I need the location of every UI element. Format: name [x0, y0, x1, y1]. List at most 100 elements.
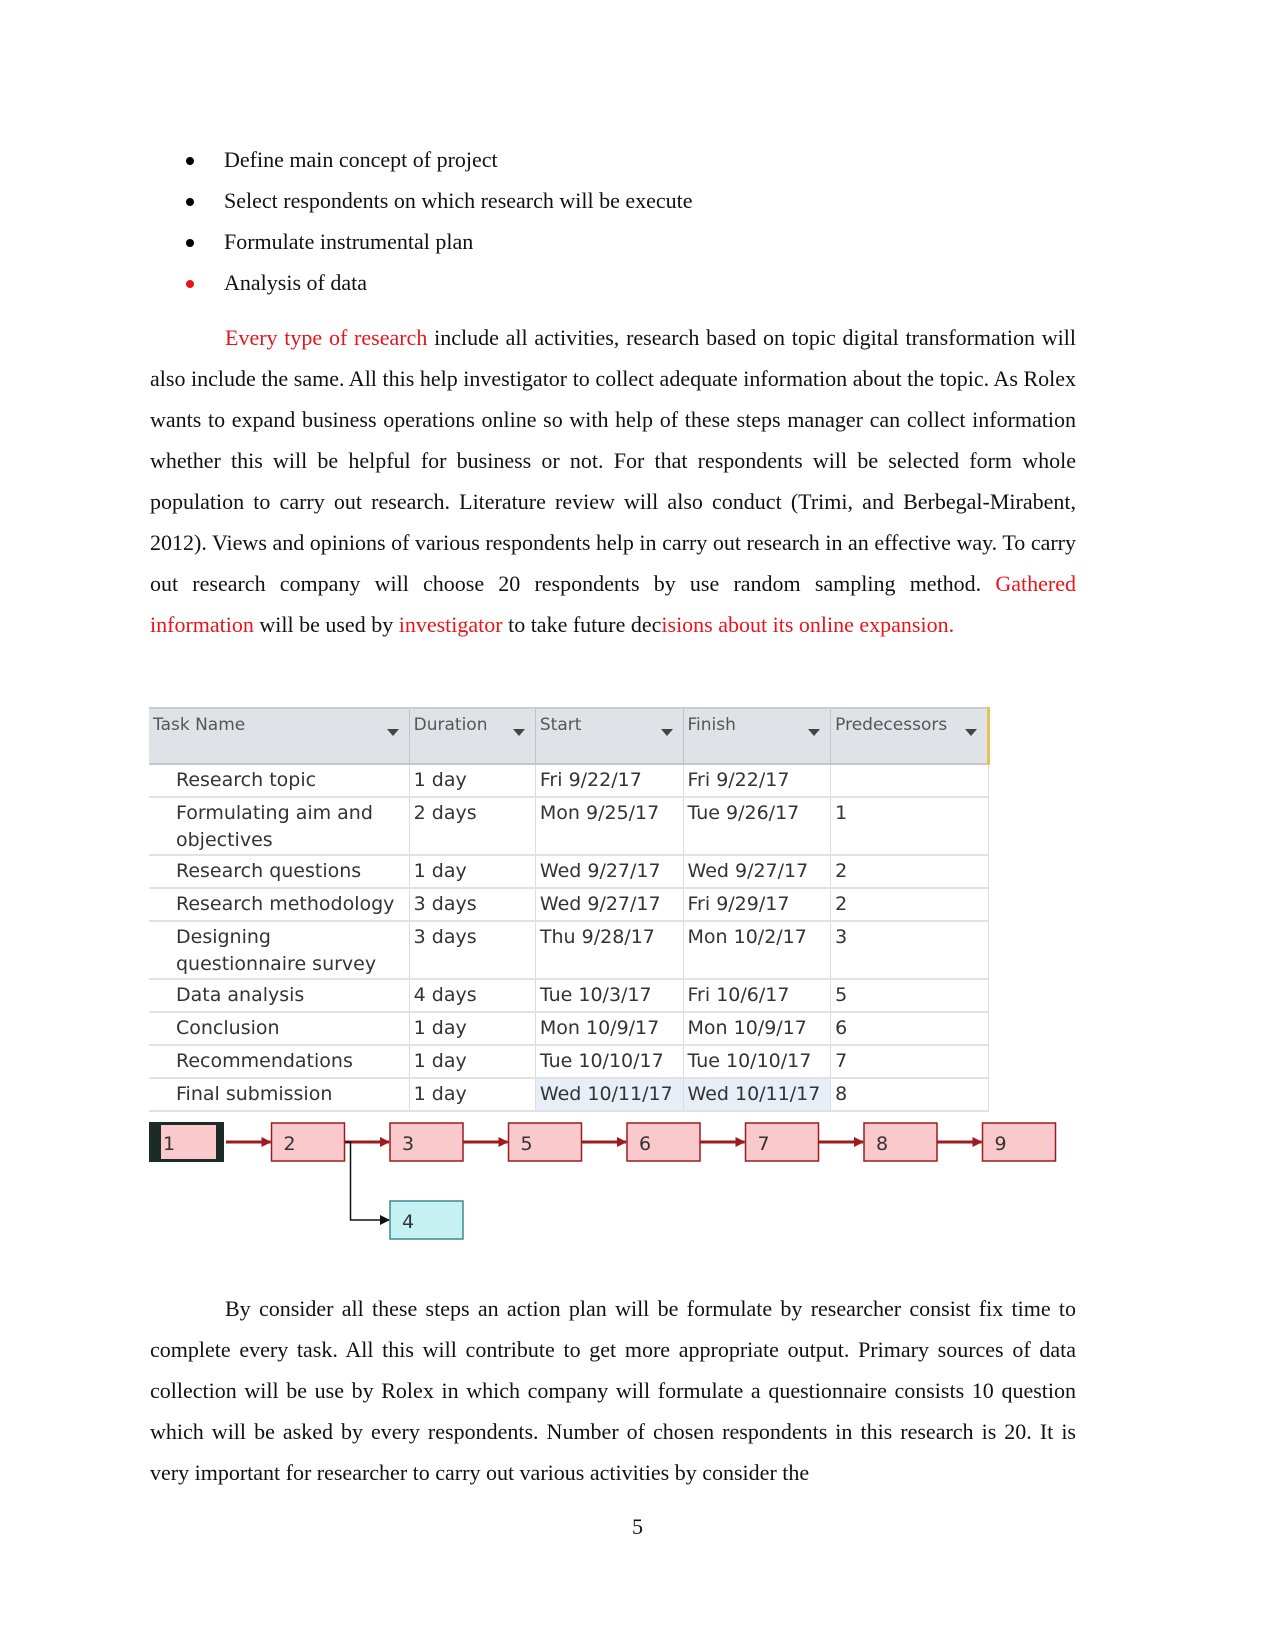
task-node-7: 7 — [744, 1122, 820, 1162]
cell-duration: 1 day — [409, 1078, 536, 1112]
dropdown-caret-icon[interactable] — [660, 729, 673, 736]
column-header-predecessors[interactable]: Predecessors — [830, 707, 990, 765]
cell-start: Wed 10/11/17 — [535, 1078, 684, 1112]
body-paragraph-1: Every type of research include all activ… — [150, 325, 1076, 637]
cell-start: Tue 10/10/17 — [535, 1045, 684, 1079]
cell-start: Thu 9/28/17 — [535, 921, 684, 980]
cell-finish: Wed 10/11/17 — [683, 1078, 832, 1112]
task-node-label: 7 — [758, 1133, 770, 1155]
column-header-finish[interactable]: Finish — [683, 707, 832, 765]
network-diagram: 1 2 3 5 6 7 8 9 4 — [149, 1122, 1057, 1240]
task-node-label: 3 — [402, 1133, 414, 1155]
task-node-label: 6 — [639, 1133, 651, 1155]
body-paragraph-2: By consider all these steps an action pl… — [150, 1296, 1076, 1485]
cell-finish: Fri 9/29/17 — [683, 888, 832, 922]
bullet-item: Formulate instrumental plan — [140, 228, 1080, 269]
cell-predecessors: 1 — [830, 797, 989, 856]
cell-start: Wed 9/27/17 — [535, 888, 684, 922]
task-node-1: 1 — [149, 1122, 224, 1162]
cell-duration: 1 day — [409, 855, 536, 889]
cell-finish: Mon 10/2/17 — [683, 921, 832, 980]
task-node-2: 2 — [270, 1122, 346, 1162]
task-node-4: 4 — [389, 1200, 464, 1240]
dropdown-caret-icon[interactable] — [512, 729, 525, 736]
cell-finish: Mon 10/9/17 — [683, 1012, 832, 1046]
table-row: Research methodology 3 days Wed 9/27/17 Fri… — [149, 888, 989, 922]
cell-start: Wed 9/27/17 — [535, 855, 684, 889]
cell-finish: Tue 9/26/17 — [683, 797, 832, 856]
bullet-item: Analysis of data — [140, 269, 1080, 310]
table-row: Formulating aim and objectives 2 days Mon … — [149, 797, 989, 856]
cell-start: Fri 9/22/17 — [535, 764, 684, 798]
cell-duration: 3 days — [409, 921, 536, 980]
cell-task-name: Designing questionnaire survey — [149, 921, 410, 980]
cell-duration: 1 day — [409, 1012, 536, 1046]
cell-duration: 3 days — [409, 888, 536, 922]
cell-task-name: Research topic — [149, 764, 410, 798]
cell-predecessors: 7 — [830, 1045, 989, 1079]
cell-predecessors: 8 — [830, 1078, 989, 1112]
task-node-9: 9 — [981, 1122, 1057, 1162]
gantt-task-table: Task Name Duration Start Finish Predeces… — [149, 707, 990, 1112]
task-node-label: 1 — [163, 1133, 175, 1155]
cell-finish: Fri 10/6/17 — [683, 979, 832, 1013]
task-node-label: 4 — [402, 1211, 414, 1233]
page-number: 5 — [632, 1514, 643, 1539]
task-node-3: 3 — [389, 1122, 464, 1162]
cell-task-name: Research methodology — [149, 888, 410, 922]
bullet-dot-icon — [186, 157, 194, 165]
cell-task-name: Formulating aim and objectives — [149, 797, 410, 856]
table-row: Research questions 1 day Wed 9/27/17 Wed 9/… — [149, 855, 989, 889]
table-row: Final submission 1 day Wed 10/11/17 Wed 10/… — [149, 1078, 989, 1112]
cell-predecessors — [830, 764, 989, 798]
cell-task-name: Data analysis — [149, 979, 410, 1013]
bullet-dot-icon — [186, 239, 194, 247]
bullet-dot-icon — [186, 280, 194, 288]
task-node-label: 9 — [995, 1133, 1007, 1155]
cell-predecessors: 2 — [830, 855, 989, 889]
task-node-8: 8 — [863, 1122, 938, 1162]
highlighted-text: isions about its online expansion. — [661, 612, 955, 637]
cell-finish: Fri 9/22/17 — [683, 764, 832, 798]
dropdown-caret-icon[interactable] — [386, 729, 399, 736]
table-row: Recommendations 1 day Tue 10/10/17 Tue 10/1… — [149, 1045, 989, 1079]
task-node-6: 6 — [626, 1122, 701, 1162]
bullet-dot-icon — [186, 198, 194, 206]
highlighted-text: Every type of research — [225, 325, 428, 350]
highlighted-text: investigator — [398, 612, 503, 637]
dependency-arrow — [344, 1141, 390, 1225]
dropdown-caret-icon[interactable] — [965, 729, 977, 736]
dropdown-caret-icon[interactable] — [808, 729, 821, 736]
cell-start: Mon 10/9/17 — [535, 1012, 684, 1046]
cell-finish: Tue 10/10/17 — [683, 1045, 832, 1079]
task-node-5: 5 — [507, 1122, 583, 1162]
cell-predecessors: 6 — [830, 1012, 989, 1046]
table-row: Research topic 1 day Fri 9/22/17 Fri 9/22/1… — [149, 764, 989, 798]
task-node-label: 8 — [876, 1133, 888, 1155]
table-row: Data analysis 4 days Tue 10/3/17 Fri 10/6/1… — [149, 979, 989, 1013]
cell-start: Mon 9/25/17 — [535, 797, 684, 856]
cell-duration: 1 day — [409, 764, 536, 798]
column-header-task-name[interactable]: Task Name — [149, 707, 410, 765]
bullet-item: Define main concept of project — [140, 146, 1080, 187]
table-row: Designing questionnaire survey 3 days Thu … — [149, 921, 989, 980]
cell-finish: Wed 9/27/17 — [683, 855, 832, 889]
cell-duration: 4 days — [409, 979, 536, 1013]
cell-predecessors: 3 — [830, 921, 989, 980]
bullet-list: Define main concept of project Select re… — [140, 146, 1080, 310]
column-header-start[interactable]: Start — [535, 707, 684, 765]
column-header-duration[interactable]: Duration — [409, 707, 536, 765]
cell-duration: 1 day — [409, 1045, 536, 1079]
cell-predecessors: 2 — [830, 888, 989, 922]
table-row: Conclusion 1 day Mon 10/9/17 Mon 10/9/17 6 — [149, 1012, 989, 1046]
cell-start: Tue 10/3/17 — [535, 979, 684, 1013]
task-node-label: 2 — [284, 1133, 296, 1155]
cell-task-name: Final submission — [149, 1078, 410, 1112]
task-node-label: 5 — [521, 1133, 533, 1155]
cell-task-name: Research questions — [149, 855, 410, 889]
table-header-row: Task Name Duration Start Finish Predeces… — [149, 707, 990, 765]
cell-duration: 2 days — [409, 797, 536, 856]
cell-task-name: Conclusion — [149, 1012, 410, 1046]
cell-task-name: Recommendations — [149, 1045, 410, 1079]
bullet-item: Select respondents on which research wil… — [140, 187, 1080, 228]
